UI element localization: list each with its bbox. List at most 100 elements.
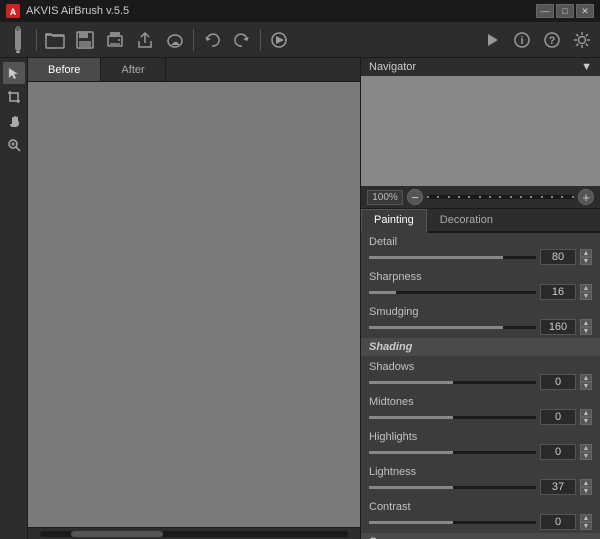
zoom-in-button[interactable]: + xyxy=(578,189,594,205)
shadows-slider[interactable] xyxy=(369,381,536,384)
shadows-label: Shadows xyxy=(369,361,592,373)
toolbar-separator-2 xyxy=(193,29,194,51)
process-icon[interactable] xyxy=(265,26,293,54)
smudging-down[interactable]: ▼ xyxy=(580,327,592,335)
print-icon[interactable] xyxy=(101,26,129,54)
svg-text:i: i xyxy=(520,35,523,47)
shading-label: Shading xyxy=(369,341,412,353)
midtones-slider[interactable] xyxy=(369,416,536,419)
contrast-up[interactable]: ▲ xyxy=(580,514,592,522)
contrast-row: Contrast ▲ ▼ xyxy=(361,498,600,530)
navigator-preview[interactable] xyxy=(361,76,600,186)
before-tab[interactable]: Before xyxy=(28,58,101,81)
hand-tool[interactable] xyxy=(3,110,25,132)
help2-icon[interactable]: ? xyxy=(538,26,566,54)
sharpness-control: ▲ ▼ xyxy=(369,284,592,300)
detail-row: Detail ▲ ▼ xyxy=(361,233,600,265)
highlights-slider[interactable] xyxy=(369,451,536,454)
midtones-control: ▲ ▼ xyxy=(369,409,592,425)
after-tab[interactable]: After xyxy=(101,58,165,81)
highlights-up[interactable]: ▲ xyxy=(580,444,592,452)
zoom-dot xyxy=(499,196,501,198)
contrast-value[interactable] xyxy=(540,514,576,530)
detail-slider[interactable] xyxy=(369,256,536,259)
lightness-up[interactable]: ▲ xyxy=(580,479,592,487)
open-file-icon[interactable] xyxy=(41,26,69,54)
shadows-value[interactable] xyxy=(540,374,576,390)
smudging-slider-fill xyxy=(369,326,503,329)
contrast-slider[interactable] xyxy=(369,521,536,524)
close-button[interactable]: ✕ xyxy=(576,4,594,18)
shadows-slider-fill xyxy=(369,381,453,384)
smudging-value[interactable] xyxy=(540,319,576,335)
export-icon[interactable]: ☁ xyxy=(161,26,189,54)
gear2-icon[interactable] xyxy=(568,26,596,54)
play-run-icon[interactable] xyxy=(478,26,506,54)
midtones-down[interactable]: ▼ xyxy=(580,417,592,425)
contrast-down[interactable]: ▼ xyxy=(580,522,592,530)
settings-panel: Painting Decoration Detail ▲ ▼ xyxy=(361,209,600,539)
redo-icon[interactable] xyxy=(228,26,256,54)
navigator-header[interactable]: Navigator ▼ xyxy=(361,58,600,76)
toolbar-separator-1 xyxy=(36,29,37,51)
highlights-slider-fill xyxy=(369,451,453,454)
settings-tabs: Painting Decoration xyxy=(361,209,600,233)
sharpness-slider[interactable] xyxy=(369,291,536,294)
zoom-out-button[interactable]: − xyxy=(407,189,423,205)
spray-section-header: Spray xyxy=(361,533,600,539)
detail-up[interactable]: ▲ xyxy=(580,249,592,257)
right-panel: Navigator ▼ 100% − xyxy=(360,58,600,539)
maximize-button[interactable]: □ xyxy=(556,4,574,18)
crop-tool[interactable] xyxy=(3,86,25,108)
zoom-dot xyxy=(489,196,491,198)
canvas-tabs: Before After xyxy=(28,58,360,82)
detail-control: ▲ ▼ xyxy=(369,249,592,265)
midtones-up[interactable]: ▲ xyxy=(580,409,592,417)
contrast-slider-fill xyxy=(369,521,453,524)
detail-down[interactable]: ▼ xyxy=(580,257,592,265)
zoom-tool[interactable] xyxy=(3,134,25,156)
scrollbar-track[interactable] xyxy=(40,531,348,537)
shadows-up[interactable]: ▲ xyxy=(580,374,592,382)
share-icon[interactable] xyxy=(131,26,159,54)
sharpness-up[interactable]: ▲ xyxy=(580,284,592,292)
zoom-dot xyxy=(541,196,543,198)
lightness-value[interactable] xyxy=(540,479,576,495)
painting-tab[interactable]: Painting xyxy=(361,209,427,233)
svg-text:☁: ☁ xyxy=(171,37,180,47)
smudging-slider[interactable] xyxy=(369,326,536,329)
lightness-slider[interactable] xyxy=(369,486,536,489)
shadows-down[interactable]: ▼ xyxy=(580,382,592,390)
highlights-value[interactable] xyxy=(540,444,576,460)
svg-text:A: A xyxy=(10,7,17,17)
app-icon: A xyxy=(6,4,20,18)
shading-section-header: Shading xyxy=(361,338,600,356)
scrollbar-thumb[interactable] xyxy=(71,531,163,537)
left-sidebar xyxy=(0,58,28,539)
lightness-down[interactable]: ▼ xyxy=(580,487,592,495)
undo-icon[interactable] xyxy=(198,26,226,54)
midtones-value[interactable] xyxy=(540,409,576,425)
select-tool[interactable] xyxy=(3,62,25,84)
title-bar: A AKVIS AirBrush v.5.5 — □ ✕ xyxy=(0,0,600,22)
minimize-button[interactable]: — xyxy=(536,4,554,18)
main-toolbar: ☁ i ? xyxy=(0,22,600,58)
canvas-viewport[interactable] xyxy=(28,82,360,527)
sharpness-down[interactable]: ▼ xyxy=(580,292,592,300)
horizontal-scrollbar[interactable] xyxy=(28,527,360,539)
save-file-icon[interactable] xyxy=(71,26,99,54)
decoration-tab[interactable]: Decoration xyxy=(427,209,506,231)
smudging-up[interactable]: ▲ xyxy=(580,319,592,327)
lightness-control: ▲ ▼ xyxy=(369,479,592,495)
zoom-dot xyxy=(510,196,512,198)
smudging-label: Smudging xyxy=(369,306,592,318)
shadows-row: Shadows ▲ ▼ xyxy=(361,358,600,390)
info2-icon[interactable]: i xyxy=(508,26,536,54)
sharpness-value[interactable] xyxy=(540,284,576,300)
detail-value[interactable] xyxy=(540,249,576,265)
detail-slider-fill xyxy=(369,256,503,259)
lightness-label: Lightness xyxy=(369,466,592,478)
highlights-down[interactable]: ▼ xyxy=(580,452,592,460)
zoom-slider[interactable] xyxy=(427,195,574,199)
airbrush-icon[interactable] xyxy=(4,26,32,54)
